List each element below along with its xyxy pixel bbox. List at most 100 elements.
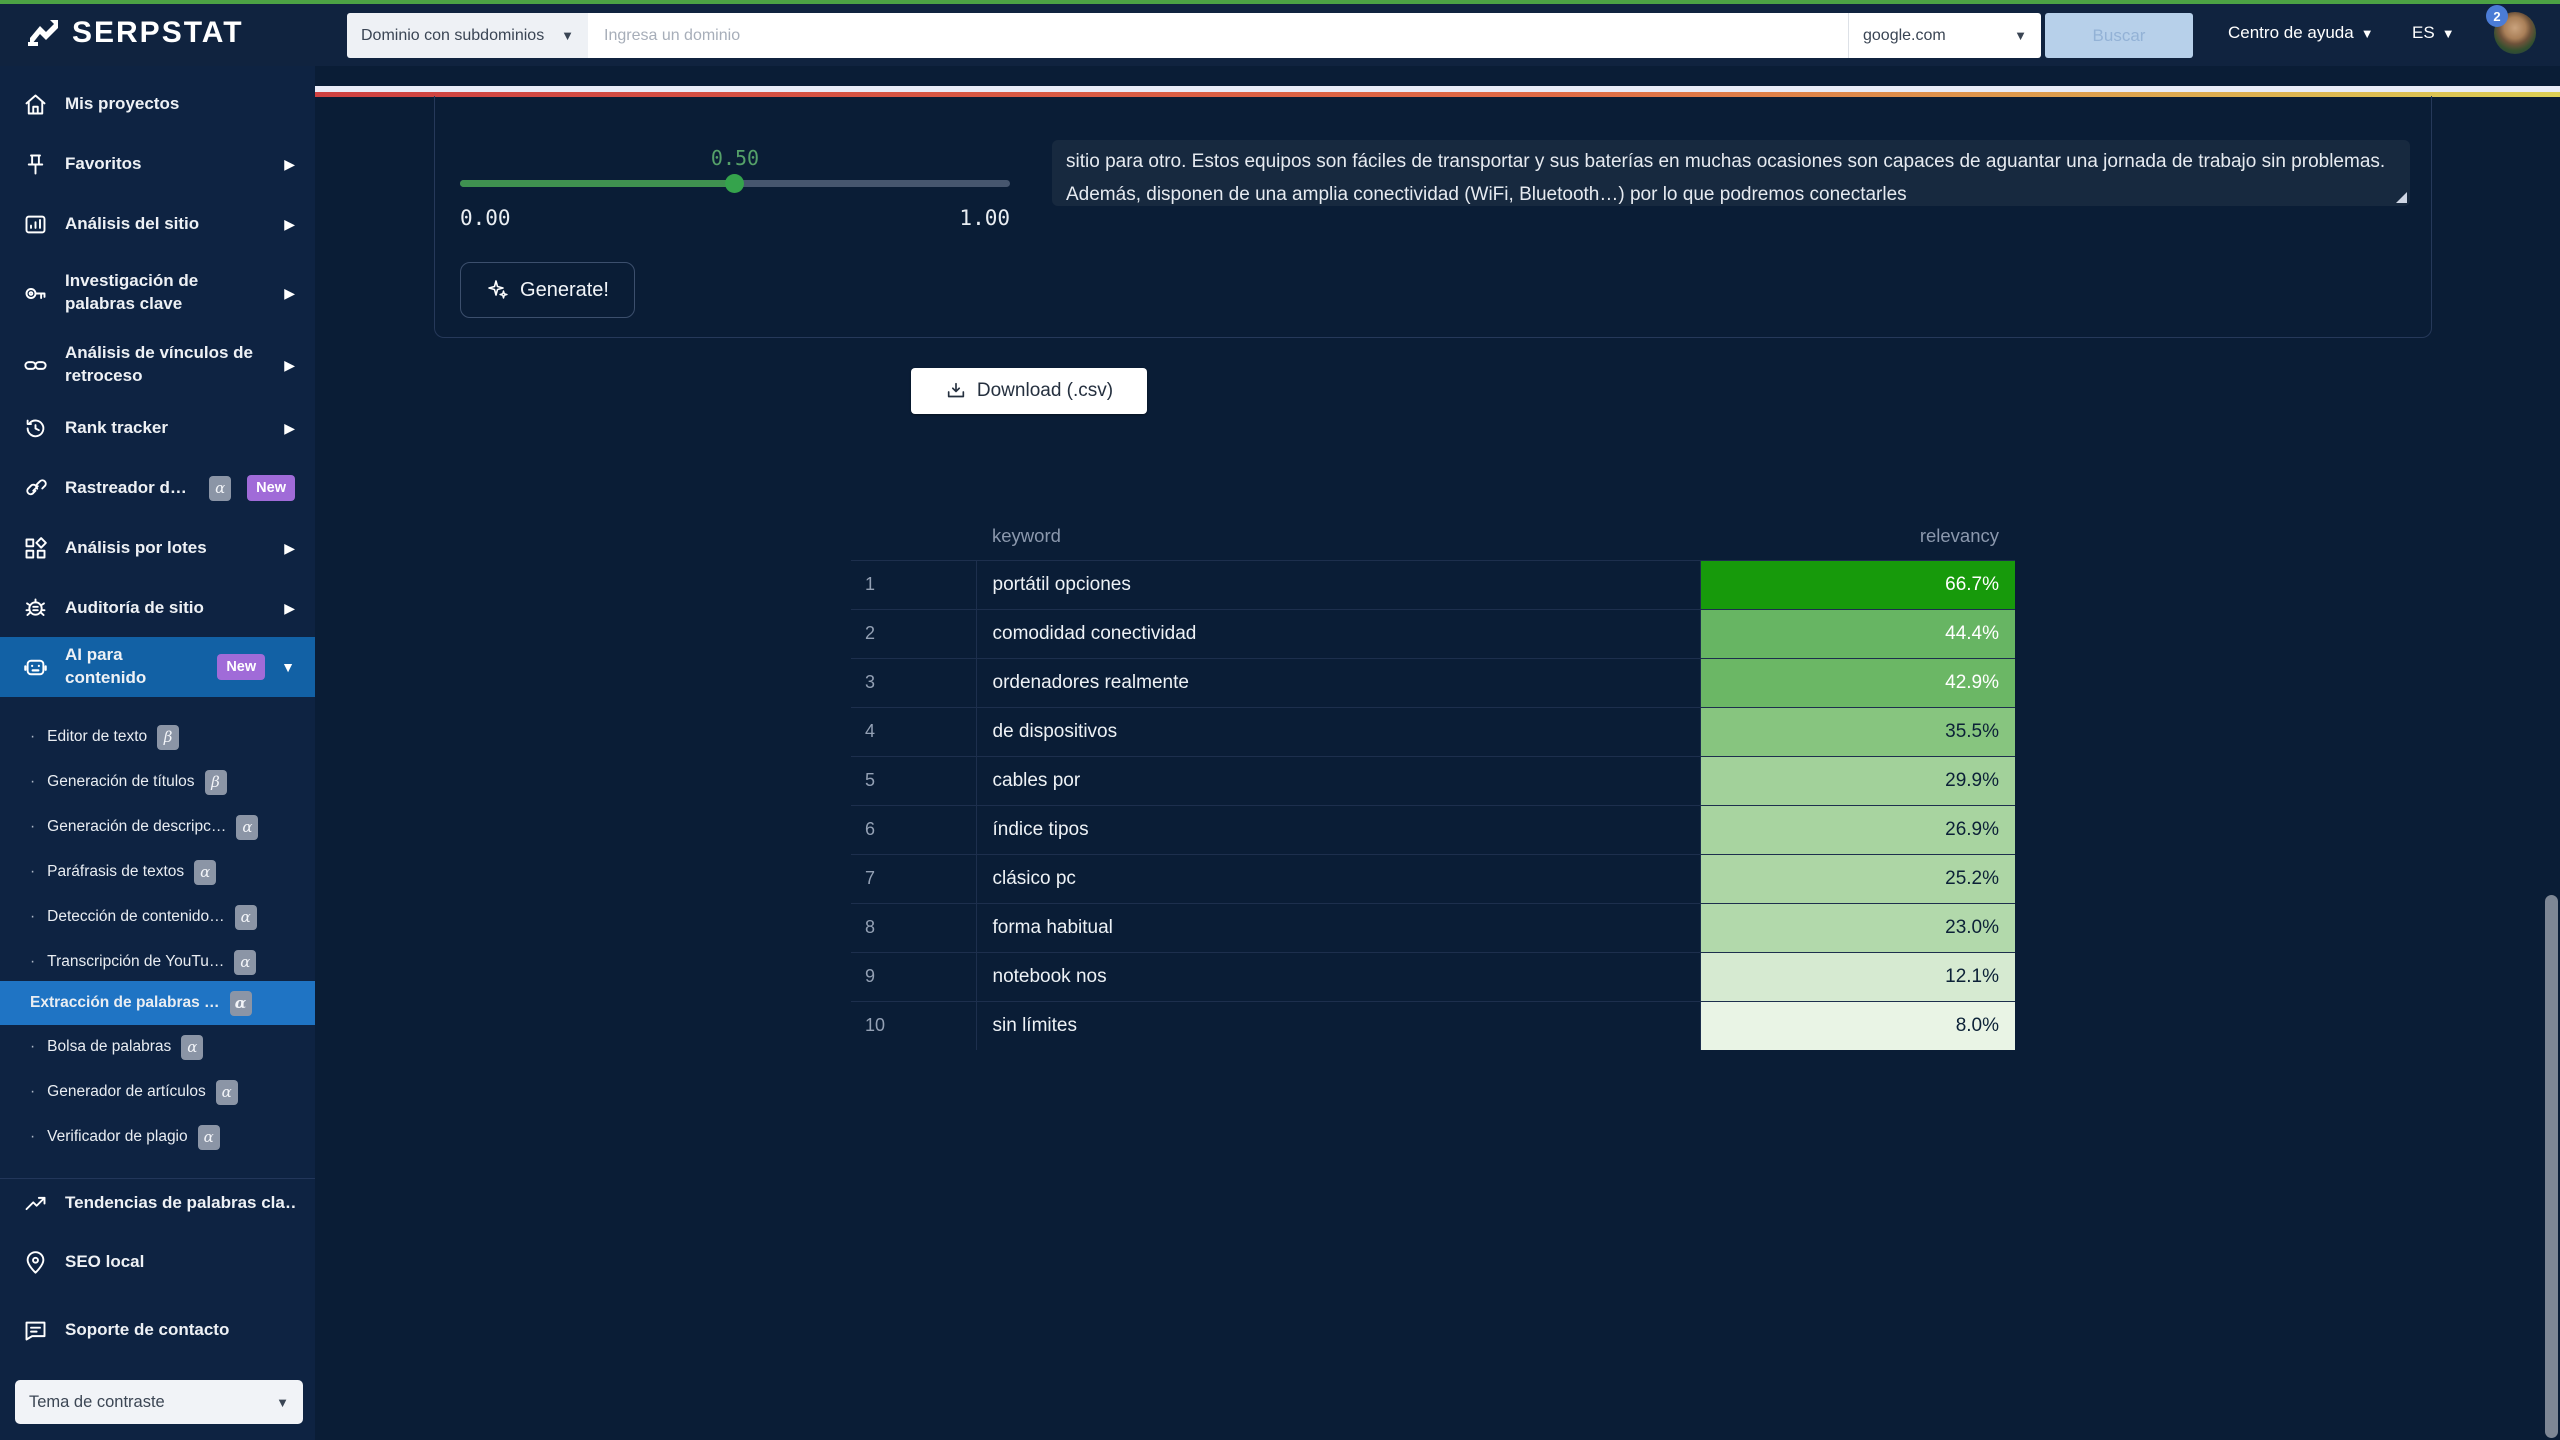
table-body: 1 portátil opciones 66.7% 2 comodidad co…: [851, 560, 2015, 1050]
row-keyword: índice tipos: [976, 805, 1700, 854]
chain-icon: [22, 475, 49, 502]
table-row[interactable]: 7 clásico pc 25.2%: [851, 854, 2015, 903]
sidebar-item-rank-tracker[interactable]: Rank tracker ▶: [0, 408, 315, 448]
sidebar-item-label: Rastreador d…: [65, 477, 193, 500]
theme-select[interactable]: Tema de contraste ▼: [15, 1380, 303, 1424]
domain-search-input[interactable]: [604, 27, 1832, 45]
source-text-textarea[interactable]: sitio para otro. Estos equipos son fácil…: [1052, 140, 2410, 206]
search-engine-select[interactable]: google.com ▼: [1848, 13, 2041, 58]
chevron-right-icon: ▶: [284, 540, 295, 557]
row-rank: 7: [851, 854, 976, 903]
sidebar-item-tendencias[interactable]: Tendencias de palabras cla…: [0, 1183, 315, 1223]
sidebar-item-label: Favoritos: [65, 153, 268, 176]
slider-handle[interactable]: [725, 174, 744, 193]
sidebar-item-auditoria-de-sitio[interactable]: Auditoría de sitio ▶: [0, 588, 315, 628]
table-row[interactable]: 4 de dispositivos 35.5%: [851, 707, 2015, 756]
sidebar-subitem-editor-de-texto[interactable]: · Editor de texto β: [0, 715, 315, 759]
key-icon: [22, 280, 49, 307]
main-content: 0.50 0.00 1.00 sitio para otro. Estos eq…: [315, 66, 2560, 1440]
row-keyword: portátil opciones: [976, 560, 1700, 609]
bug-icon: [22, 595, 49, 622]
row-relevancy: 42.9%: [1700, 658, 2015, 707]
sidebar-subitem-generador-articulos[interactable]: · Generador de artículos α: [0, 1070, 315, 1114]
sidebar-item-investigacion-palabras-clave[interactable]: Investigación de palabras clave ▶: [0, 262, 315, 324]
sidebar-subitem-generacion-descripciones[interactable]: · Generación de descripc… α: [0, 805, 315, 849]
relevancy-column-header: relevancy: [1700, 512, 2015, 560]
row-relevancy: 29.9%: [1700, 756, 2015, 805]
serpstat-logo[interactable]: SERPSTAT: [26, 16, 244, 50]
generate-button[interactable]: Generate!: [460, 262, 635, 318]
alpha-badge: α: [235, 905, 257, 930]
vertical-scrollbar-thumb[interactable]: [2545, 895, 2558, 1438]
sidebar-item-rastreador[interactable]: Rastreador d… α New: [0, 468, 315, 508]
pin-icon: [22, 151, 49, 178]
language-label: ES: [2412, 23, 2435, 43]
language-select[interactable]: ES ▼: [2412, 0, 2455, 66]
index-column-header: [851, 512, 976, 560]
table-row[interactable]: 6 índice tipos 26.9%: [851, 805, 2015, 854]
bullet: ·: [30, 1128, 35, 1146]
resize-handle-icon[interactable]: [2396, 192, 2407, 203]
subitem-label: Generación de títulos: [47, 773, 194, 791]
row-keyword: notebook nos: [976, 952, 1700, 1001]
chevron-right-icon: ▶: [284, 420, 295, 437]
sidebar-item-analisis-vinculos[interactable]: Análisis de vínculos de retroceso ▶: [0, 334, 315, 396]
row-relevancy: 8.0%: [1700, 1001, 2015, 1050]
sidebar-item-analisis-por-lotes[interactable]: Análisis por lotes ▶: [0, 528, 315, 568]
sidebar-subitem-bolsa-de-palabras[interactable]: · Bolsa de palabras α: [0, 1025, 315, 1069]
subitem-label: Verificador de plagio: [47, 1128, 187, 1146]
sidebar-item-favoritos[interactable]: Favoritos ▶: [0, 144, 315, 184]
bullet: ·: [30, 818, 35, 836]
row-keyword: sin límites: [976, 1001, 1700, 1050]
sidebar-subitem-verificador-plagio[interactable]: · Verificador de plagio α: [0, 1115, 315, 1159]
new-badge: New: [217, 654, 265, 680]
sidebar-item-label: Soporte de contacto: [65, 1319, 295, 1342]
subitem-label: Bolsa de palabras: [47, 1038, 171, 1056]
help-center-link[interactable]: Centro de ayuda ▼: [2228, 0, 2374, 66]
help-center-label: Centro de ayuda: [2228, 23, 2354, 43]
table-row[interactable]: 1 portátil opciones 66.7%: [851, 560, 2015, 609]
sidebar-item-label: Análisis del sitio: [65, 213, 268, 236]
user-avatar[interactable]: 2: [2494, 12, 2536, 54]
sidebar-item-seo-local[interactable]: SEO local: [0, 1242, 315, 1282]
sidebar-subitem-extraccion-palabras[interactable]: Extracción de palabras … α: [0, 981, 315, 1025]
relevancy-slider[interactable]: [460, 180, 1010, 187]
alpha-badge: α: [181, 1035, 203, 1060]
chat-icon: [22, 1317, 49, 1344]
sidebar-item-soporte[interactable]: Soporte de contacto: [0, 1310, 315, 1350]
sidebar-item-mis-proyectos[interactable]: Mis proyectos: [0, 84, 315, 124]
search-type-select[interactable]: Dominio con subdominios ▼: [347, 13, 588, 58]
home-icon: [22, 91, 49, 118]
sidebar-item-label: Investigación de palabras clave: [65, 270, 268, 316]
table-row[interactable]: 2 comodidad conectividad 44.4%: [851, 609, 2015, 658]
chevron-down-icon: ▼: [561, 28, 574, 43]
sidebar-subitem-generacion-titulos[interactable]: · Generación de títulos β: [0, 760, 315, 804]
bullet: ·: [30, 728, 35, 746]
slider-max-label: 1.00: [930, 206, 1010, 230]
row-relevancy: 44.4%: [1700, 609, 2015, 658]
table-row[interactable]: 10 sin límites 8.0%: [851, 1001, 2015, 1050]
slider-value: 0.50: [695, 146, 775, 170]
table-row[interactable]: 9 notebook nos 12.1%: [851, 952, 2015, 1001]
domain-search-field: [588, 13, 1848, 58]
row-keyword: clásico pc: [976, 854, 1700, 903]
bullet: ·: [30, 863, 35, 881]
sidebar-item-analisis-del-sitio[interactable]: Análisis del sitio ▶: [0, 204, 315, 244]
subitem-label: Detección de contenido…: [47, 908, 225, 926]
sidebar-subitem-parafrasis[interactable]: · Paráfrasis de textos α: [0, 850, 315, 894]
table-row[interactable]: 8 forma habitual 23.0%: [851, 903, 2015, 952]
sidebar-subitem-deteccion-contenido[interactable]: · Detección de contenido… α: [0, 895, 315, 939]
table-row[interactable]: 3 ordenadores realmente 42.9%: [851, 658, 2015, 707]
chevron-right-icon: ▶: [284, 285, 295, 302]
top-bar: SERPSTAT Dominio con subdominios ▼ googl…: [0, 0, 2560, 66]
subitem-label: Editor de texto: [47, 728, 147, 746]
row-rank: 10: [851, 1001, 976, 1050]
search-button[interactable]: Buscar: [2045, 13, 2193, 58]
bullet: ·: [30, 908, 35, 926]
sidebar-subitem-transcripcion-youtube[interactable]: · Transcripción de YouTu… α: [0, 940, 315, 984]
sidebar-item-label: Mis proyectos: [65, 93, 295, 116]
sidebar-item-ai-para-contenido[interactable]: AI para contenido New ▼: [0, 637, 315, 697]
search-type-label: Dominio con subdominios: [361, 27, 544, 45]
table-row[interactable]: 5 cables por 29.9%: [851, 756, 2015, 805]
download-csv-button[interactable]: Download (.csv): [911, 368, 1147, 414]
